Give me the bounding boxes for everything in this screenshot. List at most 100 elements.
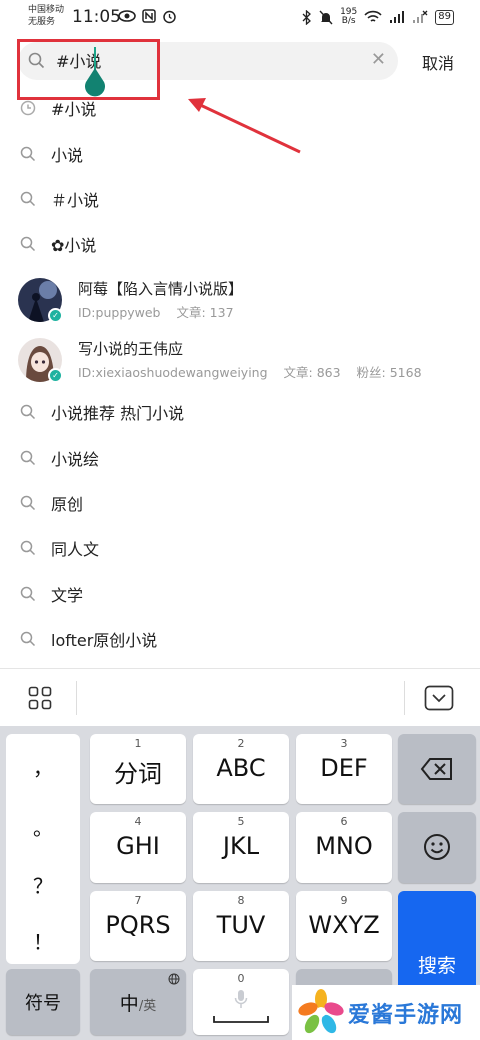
punctuation-comma-key[interactable]: ， xyxy=(6,752,80,781)
key-2-abc[interactable]: 2 ABC xyxy=(193,734,289,804)
globe-icon xyxy=(168,973,180,985)
key-7-pqrs[interactable]: 7 PQRS xyxy=(90,891,186,961)
search-icon xyxy=(20,236,36,252)
history-suggestion-row[interactable]: #小说 xyxy=(0,96,480,120)
key-4-ghi[interactable]: 4 GHI xyxy=(90,812,186,883)
toolbar-divider xyxy=(76,681,77,715)
suggestion-text: 小说 xyxy=(51,146,84,165)
suggestion-row[interactable]: 小说 xyxy=(0,142,480,166)
suggestion-text: lofter原创小说 xyxy=(51,631,158,650)
wifi-icon xyxy=(364,10,382,22)
suggestion-text: #小说 xyxy=(51,100,97,119)
key-6-mno[interactable]: 6 MNO xyxy=(296,812,392,883)
space-bar-icon xyxy=(213,1016,269,1023)
user-name: 阿莓【陷入言情小说版】 xyxy=(78,280,244,298)
search-icon xyxy=(20,191,36,207)
hide-keyboard-icon[interactable] xyxy=(424,685,454,711)
carrier-name: 中国移动 xyxy=(28,5,65,15)
suggestion-row[interactable]: 小说推荐 热门小说 xyxy=(0,400,480,424)
language-label: 中/英 xyxy=(90,989,186,1016)
cancel-button[interactable]: 取消 xyxy=(422,50,454,74)
language-main-label: 中 xyxy=(119,993,139,1015)
status-icons-left xyxy=(118,9,177,24)
suggestion-row[interactable]: 文学 xyxy=(0,582,480,606)
network-speed: 195 B/s xyxy=(340,8,357,26)
key-8-tuv[interactable]: 8 TUV xyxy=(193,891,289,961)
key-label: PQRS xyxy=(105,911,171,939)
key-label: JKL xyxy=(222,832,260,860)
key-number: 7 xyxy=(134,894,142,907)
search-icon xyxy=(20,540,36,556)
clear-icon[interactable]: ✕ xyxy=(371,51,386,69)
suggestion-row[interactable]: ＃小说 xyxy=(0,187,480,211)
user-meta: ID:puppyweb 文章: 137 xyxy=(78,302,246,321)
symbols-key[interactable]: 符号 xyxy=(6,969,80,1035)
carrier-info: 中国移动 无服务 xyxy=(28,4,64,28)
battery-indicator: 89 xyxy=(435,9,454,25)
suggestion-text: 小说推荐 热门小说 xyxy=(51,404,185,423)
key-label: ABC xyxy=(216,754,266,782)
key-number: 2 xyxy=(237,737,245,750)
key-9-wxyz[interactable]: 9 WXYZ xyxy=(296,891,392,961)
suggestion-row[interactable]: lofter原创小说 xyxy=(0,627,480,651)
key-5-jkl[interactable]: 5 JKL xyxy=(193,812,289,883)
network-speed-unit: B/s xyxy=(341,16,356,26)
key-number: 0 xyxy=(237,972,245,985)
punctuation-period-key[interactable]: 。 xyxy=(6,812,80,841)
suggestion-text: 文学 xyxy=(51,586,84,605)
backspace-icon xyxy=(420,758,452,780)
search-icon xyxy=(20,495,36,511)
microphone-icon xyxy=(234,990,248,1008)
suggestion-row[interactable]: 小说绘 xyxy=(0,446,480,470)
language-sub-label: /英 xyxy=(138,999,157,1014)
user-article-count: 文章: 137 xyxy=(176,305,234,320)
bluetooth-icon xyxy=(302,9,312,25)
search-icon xyxy=(20,586,36,602)
punctuation-exclaim-key[interactable]: ！ xyxy=(6,926,80,955)
key-label: TUV xyxy=(216,911,266,939)
mute-bell-icon xyxy=(319,10,333,24)
suggestion-text: 同人文 xyxy=(51,540,100,559)
emoji-key[interactable] xyxy=(398,812,476,883)
user-article-count: 文章: 863 xyxy=(283,365,341,380)
verified-badge-icon: ✓ xyxy=(48,368,63,383)
user-result-row[interactable]: ✓ 写小说的王伟应 ID:xiexiaoshuodewangweiying 文章… xyxy=(0,334,480,390)
key-3-def[interactable]: 3 DEF xyxy=(296,734,392,804)
key-1-fenci[interactable]: 1 分词 xyxy=(90,734,186,804)
backspace-key[interactable] xyxy=(398,734,476,804)
suggestion-row[interactable]: 原创 xyxy=(0,491,480,515)
suggestion-text: 原创 xyxy=(51,495,84,514)
user-id: ID:xiexiaoshuodewangweiying xyxy=(78,365,268,380)
key-label: 符号 xyxy=(25,993,61,1014)
key-label: GHI xyxy=(116,832,160,860)
status-icons-right: 195 B/s 89 xyxy=(302,8,454,26)
suggestion-text: ✿小说 xyxy=(51,236,97,255)
emoji-icon xyxy=(424,834,450,860)
signal-icon xyxy=(390,11,405,23)
key-number: 9 xyxy=(340,894,348,907)
user-name: 写小说的王伟应 xyxy=(78,340,184,358)
language-switch-key[interactable]: 中/英 xyxy=(90,969,186,1035)
suggestion-row[interactable]: ✿小说 xyxy=(0,232,480,256)
key-number: 3 xyxy=(340,737,348,750)
punctuation-column[interactable]: ， 。 ？ ！ xyxy=(6,734,80,964)
search-icon xyxy=(20,146,36,162)
punctuation-question-key[interactable]: ？ xyxy=(6,870,80,899)
search-icon xyxy=(20,404,36,420)
search-icon xyxy=(20,631,36,647)
service-status: 无服务 xyxy=(28,17,56,27)
key-label: WXYZ xyxy=(308,911,380,939)
alarm-icon xyxy=(163,10,176,24)
user-result-row[interactable]: ✓ 阿莓【陷入言情小说版】 ID:puppyweb 文章: 137 xyxy=(0,274,480,330)
nfc-icon xyxy=(142,9,156,23)
site-watermark: 爱酱手游网 xyxy=(292,985,480,1040)
suggestion-row[interactable]: 同人文 xyxy=(0,536,480,560)
key-label: 分词 xyxy=(114,760,162,788)
keyboard-menu-grid-icon[interactable] xyxy=(28,686,52,710)
key-number: 5 xyxy=(237,815,245,828)
user-meta: ID:xiexiaoshuodewangweiying 文章: 863 粉丝: … xyxy=(78,362,434,381)
user-fan-count: 粉丝: 5168 xyxy=(356,365,422,380)
key-label: MNO xyxy=(315,832,373,860)
space-key[interactable]: 0 xyxy=(193,969,289,1035)
annotation-highlight-box xyxy=(17,39,160,100)
